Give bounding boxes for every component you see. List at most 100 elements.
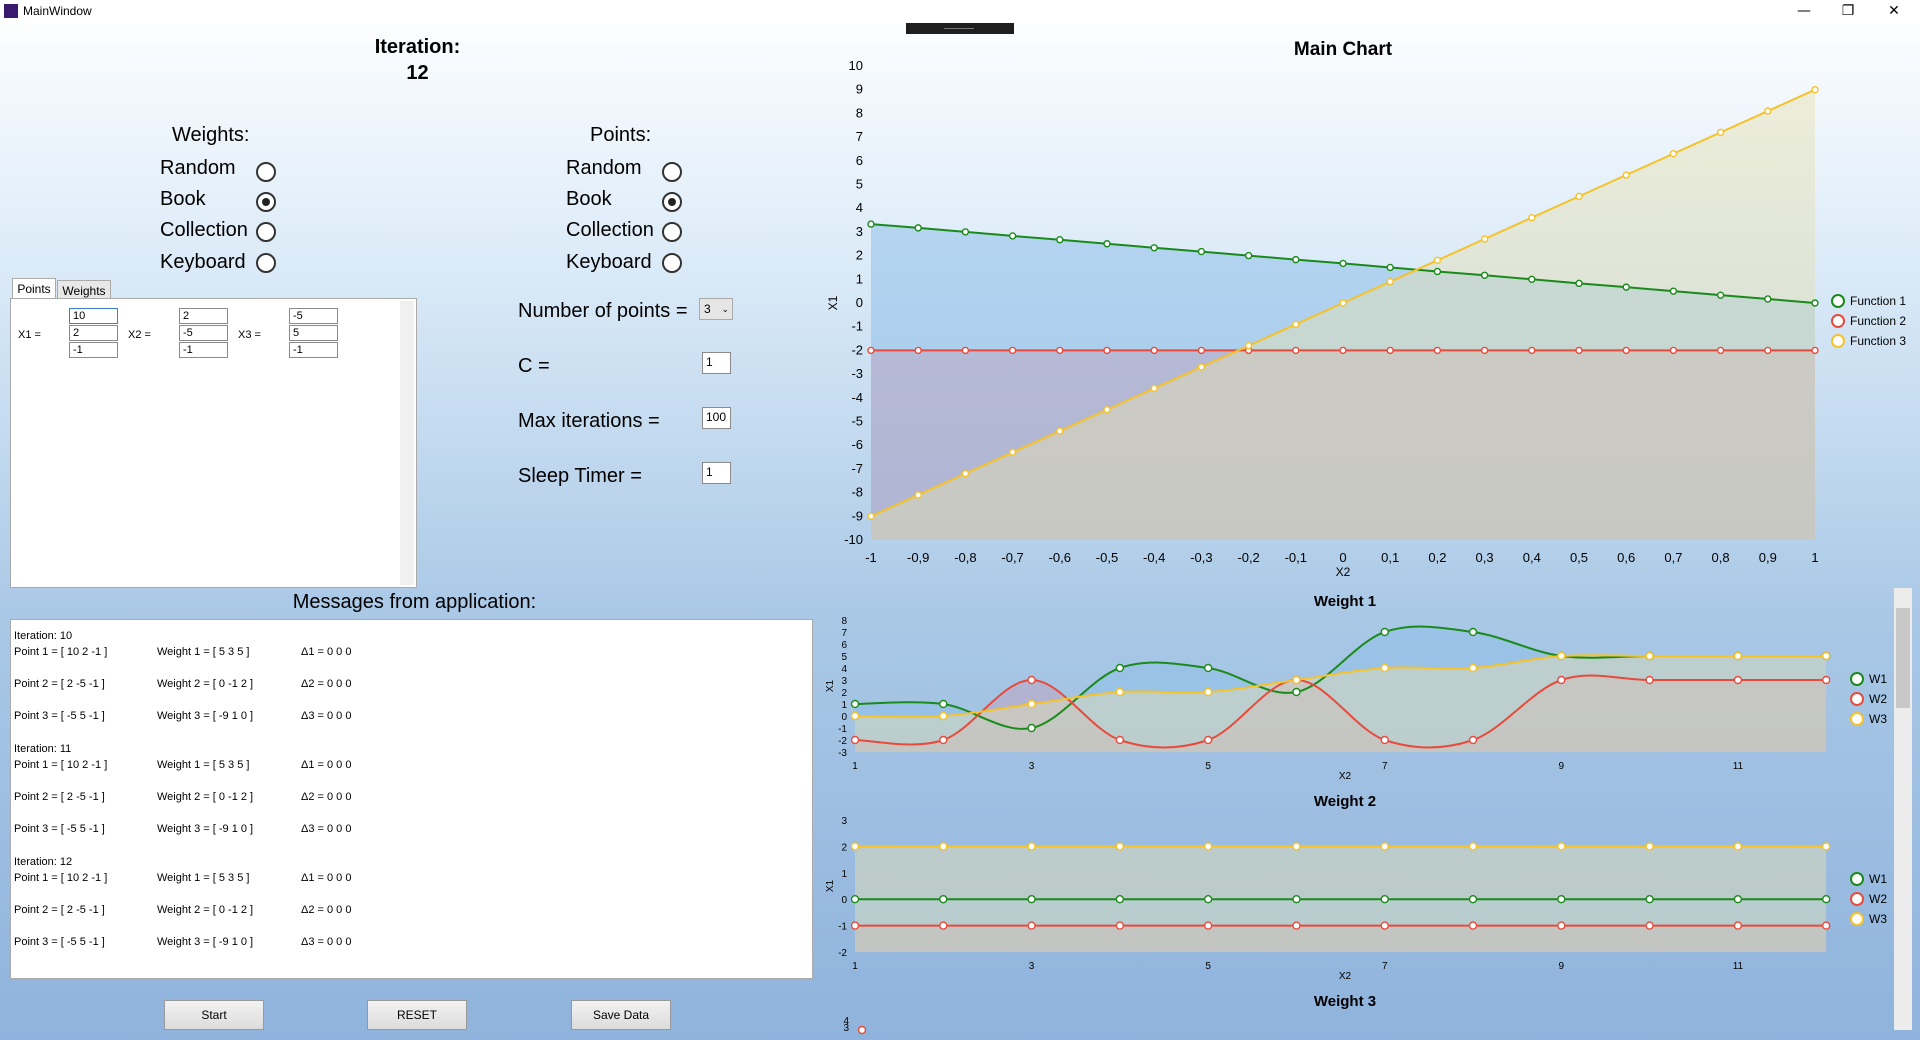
points-keyboard-radio[interactable] <box>662 253 682 273</box>
x1-input-3[interactable]: -1 <box>69 342 118 358</box>
x-tick-label: 1 <box>1811 550 1818 565</box>
data-point <box>1575 192 1583 201</box>
x-tick-label: 3 <box>1029 961 1035 972</box>
chart-title: Weight 3 <box>1314 993 1376 1010</box>
data-point <box>1557 895 1566 904</box>
chart-title: Weight 1 <box>1314 593 1376 610</box>
y-tick-label: 4 <box>843 1016 849 1027</box>
messages-box[interactable]: Iteration: 10 Point 1 = [ 10 2 -1 ] Weight… <box>10 619 813 979</box>
data-point <box>1733 651 1743 661</box>
message-cell: Point 3 = [ -5 5 -1 ] <box>14 823 105 835</box>
num-points-select[interactable]: 3 ⌄ <box>699 298 733 320</box>
message-iteration: Iteration: 12 <box>14 856 73 868</box>
series-area-2 <box>871 350 1815 540</box>
x1-input-2[interactable]: 2 <box>69 325 118 341</box>
tab-panel-scrollbar[interactable] <box>400 301 414 585</box>
data-point <box>1027 842 1036 851</box>
close-button[interactable]: ✕ <box>1872 0 1916 24</box>
weights-collection-radio[interactable] <box>256 222 276 242</box>
points-collection-radio[interactable] <box>662 222 682 242</box>
y-tick-label: -1 <box>838 724 847 735</box>
x2-input-1[interactable]: 2 <box>179 308 228 324</box>
y-tick-label: 2 <box>856 248 863 263</box>
data-point <box>1821 651 1831 661</box>
points-random-radio[interactable] <box>662 162 682 182</box>
start-button[interactable]: Start <box>164 1000 264 1030</box>
points-option-label: Collection <box>566 219 654 241</box>
series-area-3 <box>855 846 1827 952</box>
data-point <box>1150 346 1158 355</box>
drag-handle[interactable] <box>906 23 1014 34</box>
data-point <box>1292 255 1300 264</box>
data-point <box>1115 735 1125 745</box>
x-tick-label: 1 <box>852 961 858 972</box>
data-point <box>1821 651 1831 661</box>
x2-label: X2 = <box>128 329 151 341</box>
message-cell: Δ2 = 0 0 0 <box>301 678 352 690</box>
window-title: MainWindow <box>23 4 92 18</box>
data-point <box>1528 275 1536 283</box>
max-iterations-input[interactable]: 100 <box>702 407 731 429</box>
data-point <box>1764 107 1772 115</box>
scrollbar-thumb[interactable] <box>1896 608 1910 708</box>
y-tick-label: -9 <box>851 508 863 523</box>
data-point <box>1811 85 1819 94</box>
weights-option-label: Collection <box>160 219 248 241</box>
data-point <box>939 735 948 745</box>
legend-marker <box>1850 892 1864 906</box>
weights-book-radio[interactable] <box>256 192 276 212</box>
data-point <box>1764 295 1772 303</box>
y-tick-label: 6 <box>856 153 863 168</box>
data-point <box>1557 842 1566 851</box>
data-point <box>1008 232 1017 240</box>
save-data-button[interactable]: Save Data <box>571 1000 671 1030</box>
x-tick-label: 1 <box>852 761 858 772</box>
series-area-2 <box>855 675 1827 752</box>
y-tick-label: 7 <box>841 628 847 639</box>
data-point <box>1197 346 1206 355</box>
tab-points[interactable]: Points <box>12 278 56 300</box>
data-point <box>1292 346 1300 355</box>
message-cell: Weight 1 = [ 5 3 5 ] <box>157 646 250 658</box>
c-input[interactable]: 1 <box>702 352 731 374</box>
data-point <box>1468 627 1478 637</box>
sleep-timer-input[interactable]: 1 <box>702 462 731 484</box>
data-point <box>1433 346 1442 355</box>
x-tick-label: 9 <box>1559 761 1565 772</box>
data-point <box>850 735 860 745</box>
weights-option-label: Book <box>160 188 206 210</box>
x3-input-3[interactable]: -1 <box>289 342 338 358</box>
x3-input-2[interactable]: 5 <box>289 325 338 341</box>
x2-input-2[interactable]: -5 <box>179 325 228 341</box>
data-point <box>1645 842 1654 851</box>
data-point <box>1150 384 1158 393</box>
tab-weights[interactable]: Weights <box>57 280 111 300</box>
y-tick-label: -1 <box>851 319 863 334</box>
legend-label: W3 <box>1869 912 1887 926</box>
x-tick-label: 0,4 <box>1523 550 1541 565</box>
data-point <box>1380 735 1389 745</box>
charts-scrollbar[interactable] <box>1894 588 1912 1030</box>
data-point <box>1468 921 1478 930</box>
weights-random-radio[interactable] <box>256 162 276 182</box>
max-iterations-label: Max iterations = <box>518 410 660 432</box>
x-tick-label: 0,1 <box>1381 550 1399 565</box>
points-option-label: Random <box>566 157 642 179</box>
data-point <box>1821 895 1831 904</box>
series-line-2 <box>854 674 1827 749</box>
points-book-radio[interactable] <box>662 192 682 212</box>
data-point <box>1645 651 1654 661</box>
data-point <box>1480 271 1489 279</box>
series-area-1 <box>871 224 1815 541</box>
data-point <box>1433 267 1442 276</box>
restore-button[interactable]: ❐ <box>1826 0 1870 24</box>
message-cell: Δ3 = 0 0 0 <box>301 710 352 722</box>
x1-input-1[interactable]: 10 <box>69 308 118 324</box>
x-tick-label: -0,6 <box>1049 550 1071 565</box>
x3-input-1[interactable]: -5 <box>289 308 338 324</box>
message-cell: Point 1 = [ 10 2 -1 ] <box>14 872 108 884</box>
minimize-button[interactable]: — <box>1782 0 1826 24</box>
reset-button[interactable]: RESET <box>367 1000 467 1030</box>
weights-keyboard-radio[interactable] <box>256 253 276 273</box>
x2-input-3[interactable]: -1 <box>179 342 228 358</box>
